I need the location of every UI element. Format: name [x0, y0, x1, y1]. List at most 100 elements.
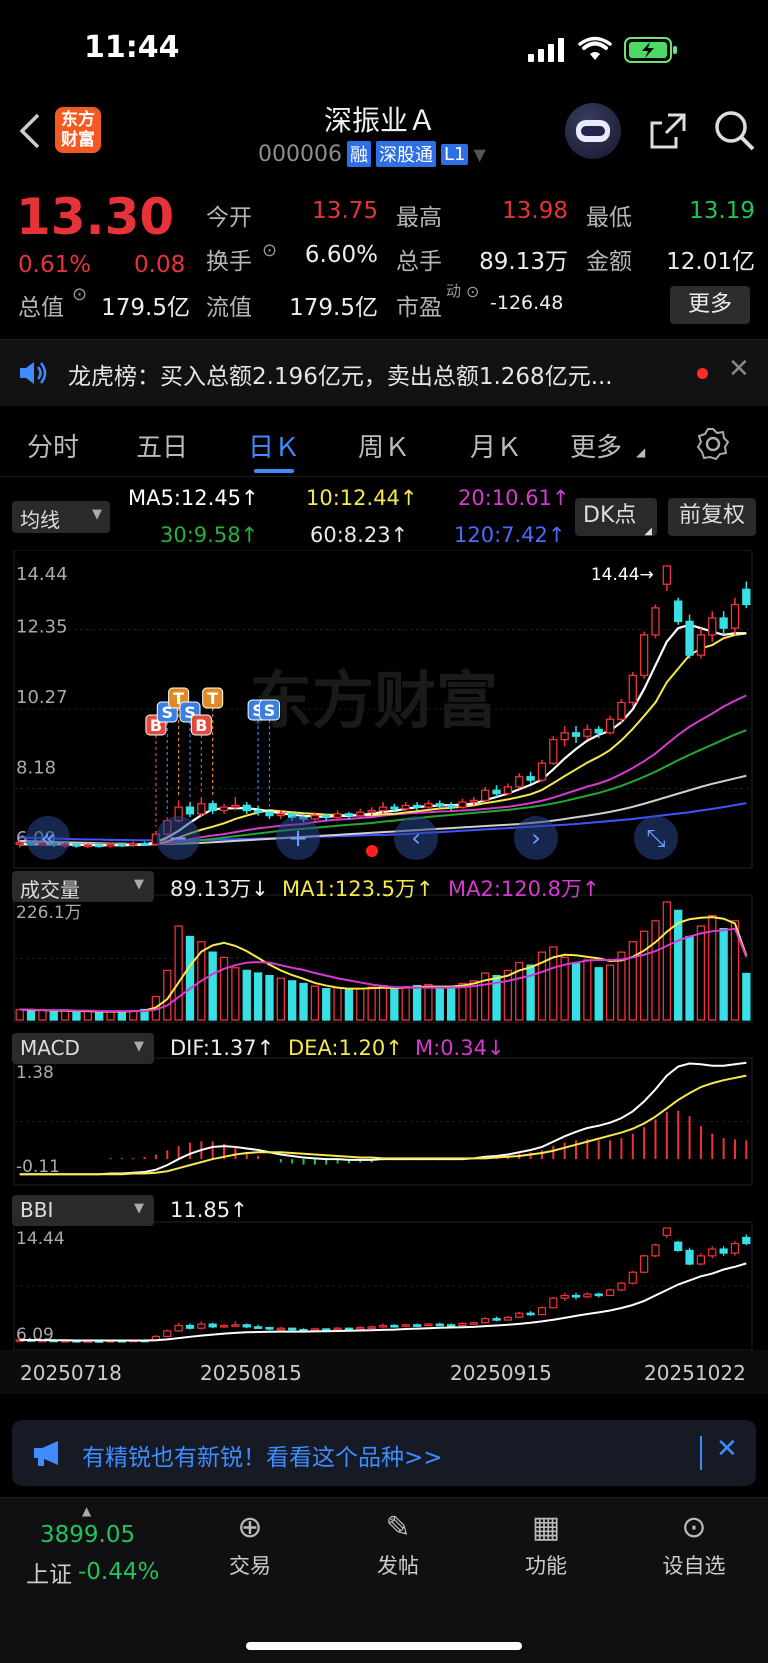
low-label: 最低 — [586, 205, 632, 231]
candle — [526, 776, 535, 781]
more-button[interactable]: 更多 — [670, 286, 750, 324]
bbi-candle — [560, 1294, 569, 1299]
signal-letter: T — [207, 689, 218, 708]
badge-sgt: 深股通 — [375, 141, 436, 167]
nav-trade[interactable]: ⊕ 交易 — [195, 1506, 305, 1580]
index-row[interactable]: 上证 -0.44% — [26, 1555, 159, 1589]
candle — [469, 799, 479, 803]
indicator-selector[interactable]: 均线 ▼ — [12, 501, 110, 533]
open-value: 13.75 — [312, 198, 378, 224]
macd-selector[interactable]: MACD ▼ — [12, 1033, 154, 1064]
nav-add-watchlist[interactable]: ⊙ 设自选 — [639, 1506, 749, 1580]
info-dots-icon[interactable]: ⊙ — [466, 282, 479, 301]
nav-post[interactable]: ✎ 发帖 — [343, 1506, 453, 1580]
volume-value-label: 89.13万↓ — [170, 877, 269, 901]
volume-bar — [639, 930, 649, 1021]
unread-dot — [697, 368, 708, 379]
app-logo[interactable]: 东方 财富 — [55, 107, 101, 153]
candle — [401, 804, 410, 810]
nav-function[interactable]: ▦ 功能 — [491, 1506, 601, 1580]
tab-intraday[interactable]: 分时 — [27, 427, 79, 464]
bbi-candle — [503, 1316, 513, 1321]
candle — [378, 806, 388, 812]
back-chevron-icon[interactable] — [18, 113, 42, 149]
macd-axis-top: 1.38 — [16, 1063, 54, 1083]
rewind-icon: « — [41, 824, 56, 852]
grid-icon: ▦ — [531, 1510, 561, 1545]
dk-point-button[interactable]: DK点 ◢ — [575, 498, 657, 537]
plus-icon: + — [288, 824, 308, 852]
close-icon[interactable]: ✕ — [728, 354, 750, 384]
share-icon[interactable] — [648, 111, 688, 151]
bbi-line — [19, 1262, 747, 1342]
bbi-candle — [651, 1244, 660, 1257]
stock-code-row: 000006 融 深股通 L1 ▼ — [258, 141, 486, 167]
ma20-label: 20:10.61↑ — [458, 486, 570, 510]
bbi-selector[interactable]: BBI ▼ — [12, 1195, 154, 1226]
stock-header: 东方 财富 深振业Ａ 000006 融 深股通 L1 ▼ — [0, 95, 768, 180]
ma5-label: MA5:12.45↑ — [128, 486, 259, 510]
robot-assistant-icon[interactable] — [565, 103, 621, 159]
volume-bar — [617, 951, 626, 1021]
candle — [537, 762, 547, 781]
change-pct: 0.61% — [18, 252, 92, 278]
volume-axis-label: 226.1万 — [16, 903, 82, 923]
period-tabs: 分时 五日 日Ｋ 周Ｋ 月Ｋ 更多 ◢ — [0, 415, 768, 477]
ad-text: 有精锐也有新锐！看看这个品种>> — [82, 1445, 443, 1471]
info-dots-icon[interactable]: ⊙ — [262, 240, 277, 261]
volume-bar — [367, 986, 376, 1021]
yen-icon: ⊕ — [237, 1510, 263, 1545]
stock-code: 000006 — [258, 141, 342, 167]
caret-down-icon[interactable]: ▼ — [473, 145, 485, 164]
candle — [83, 844, 92, 848]
info-dots-icon[interactable]: ⊙ — [72, 284, 87, 305]
index-value[interactable]: 3899.05 — [40, 1522, 135, 1548]
kline-chart-area[interactable]: 东方财富14.4412.3510.278.186.0914.44→BSTSBTS… — [0, 550, 768, 1490]
price-axis-label: 14.44 — [16, 564, 68, 585]
bbi-candle — [640, 1255, 649, 1273]
active-tab-indicator — [254, 469, 294, 473]
tab-five-day[interactable]: 五日 — [136, 427, 188, 464]
float-value: 179.5亿 — [289, 295, 378, 321]
volume-selector[interactable]: 成交量 ▼ — [12, 871, 154, 902]
bbi-candle — [549, 1297, 558, 1309]
price-adjust-button[interactable]: 前复权 — [668, 498, 756, 536]
candle — [344, 813, 354, 817]
signal-letter: B — [195, 716, 207, 735]
settings-gear-icon[interactable] — [696, 427, 730, 461]
candle — [492, 789, 501, 795]
signal-letter: S — [264, 701, 276, 720]
volume-bar — [49, 1010, 58, 1021]
volume-bar — [560, 956, 569, 1021]
status-time: 11:44 — [84, 30, 180, 65]
candle — [651, 607, 660, 636]
candle — [106, 843, 115, 847]
candle — [129, 842, 138, 846]
search-icon[interactable] — [713, 109, 757, 153]
volume-selector-label: 成交量 — [20, 878, 80, 902]
tab-more[interactable]: 更多 — [570, 427, 622, 464]
tab-daily-k[interactable]: 日Ｋ — [248, 427, 300, 464]
volume-bar — [219, 956, 229, 1021]
ad-banner[interactable]: 有精锐也有新锐！看看这个品种>> ✕ — [12, 1420, 756, 1486]
candle — [742, 588, 751, 606]
candle — [719, 617, 728, 629]
home-indicator — [246, 1642, 522, 1650]
turnover-value: 6.60% — [304, 242, 378, 268]
dragon-tiger-notice[interactable]: 龙虎榜：买入总额2.196亿元，卖出总额1.268亿元... ✕ — [0, 340, 768, 406]
candle — [549, 738, 558, 764]
close-icon[interactable]: ✕ — [716, 1434, 738, 1464]
volume-bar — [174, 925, 183, 1021]
candle — [605, 718, 615, 734]
bbi-candle — [492, 1318, 501, 1321]
tab-monthly-k[interactable]: 月Ｋ — [470, 427, 522, 464]
bbi-candle — [231, 1324, 240, 1327]
bbi-candle — [628, 1271, 637, 1284]
macd-dif-label: DIF:1.37↑ — [170, 1036, 275, 1060]
tab-weekly-k[interactable]: 周Ｋ — [358, 427, 410, 464]
price-axis-label: 10.27 — [16, 687, 68, 708]
badge-level: L1 — [440, 143, 469, 165]
volume-bar — [378, 984, 388, 1021]
expand-icon: ⤡ — [646, 824, 665, 852]
caret-up-icon[interactable]: ▲ — [82, 1504, 91, 1518]
